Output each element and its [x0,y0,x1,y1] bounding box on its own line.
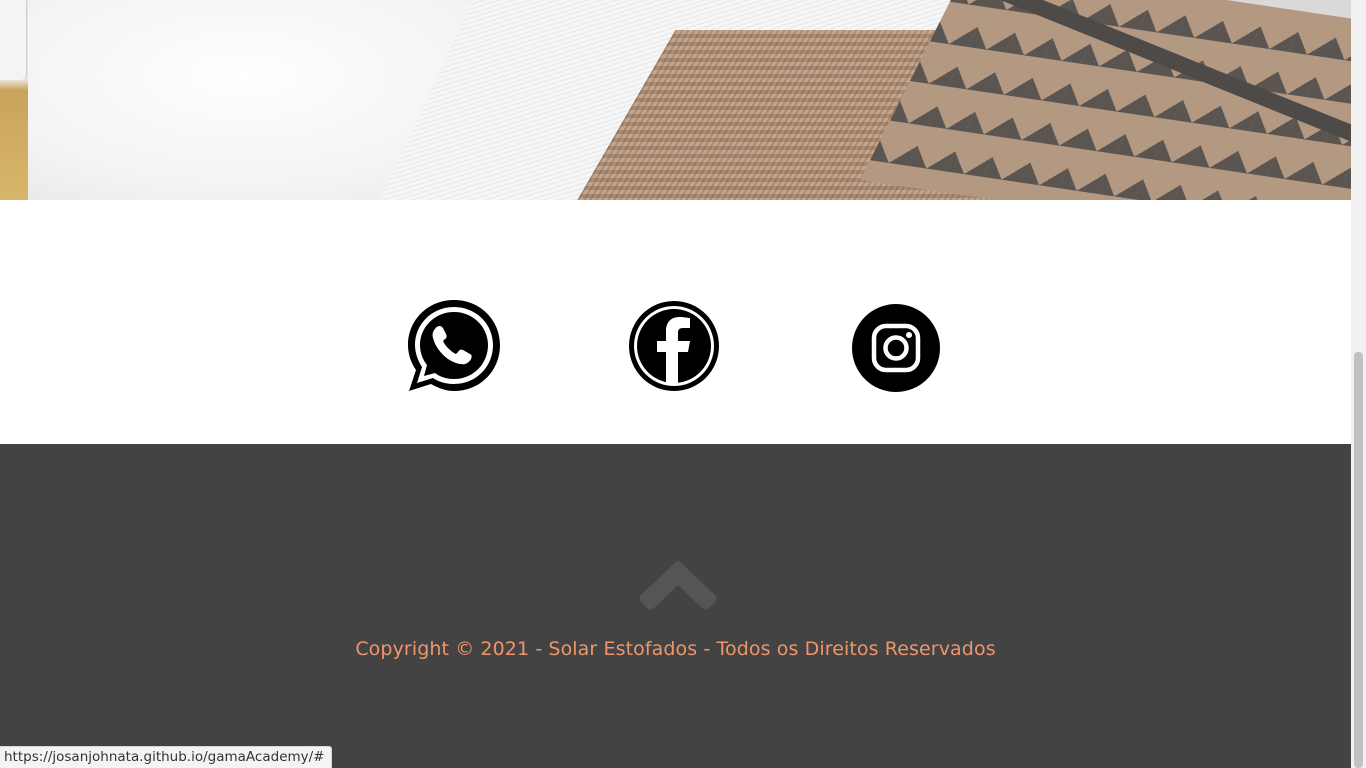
copyright-text: Copyright © 2021 - Solar Estofados - Tod… [355,638,996,660]
whatsapp-icon [408,300,500,391]
scrollbar[interactable] [1351,0,1366,768]
facebook-link[interactable] [628,300,720,392]
social-section [0,200,1351,444]
instagram-link[interactable] [852,304,940,392]
hero-image [0,0,1351,200]
facebook-icon [629,301,719,391]
scrollbar-thumb[interactable] [1354,352,1363,768]
instagram-icon [852,304,940,392]
chevron-up-icon [639,560,717,610]
whatsapp-link[interactable] [405,297,503,395]
status-bar-url: https://josanjohnata.github.io/gamaAcade… [0,746,332,768]
back-to-top-link[interactable] [639,558,717,610]
hero-bed-frame [0,0,28,200]
